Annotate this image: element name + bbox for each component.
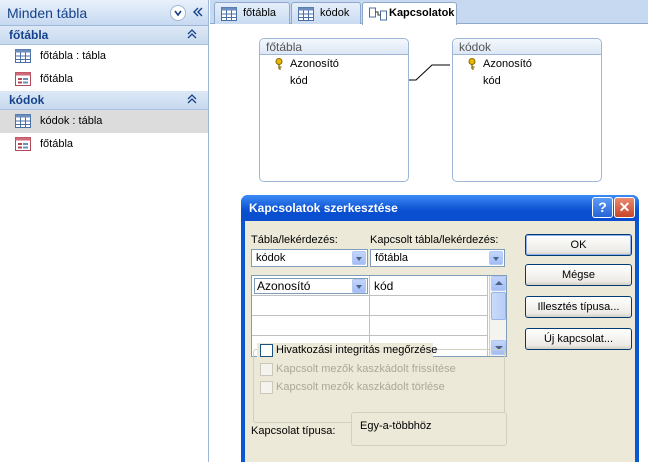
table-box-header[interactable]: kódok — [453, 39, 601, 55]
grid-field-combo[interactable]: Azonosító — [254, 278, 368, 294]
nav-item-fotabla-form[interactable]: főtábla — [0, 68, 208, 91]
cascade-delete-checkbox[interactable] — [260, 381, 273, 394]
dropdown-arrow-icon[interactable] — [352, 279, 366, 293]
nav-group-fotabla[interactable]: főtábla — [0, 26, 208, 45]
nav-group-title: főtábla — [9, 28, 49, 42]
nav-collapse-button[interactable] — [190, 5, 206, 21]
combo-value: kódok — [256, 252, 286, 264]
table-box-fotabla[interactable]: főtábla Azonosító kód — [259, 38, 409, 182]
chevron-up-double-icon[interactable] — [186, 92, 198, 109]
help-button[interactable]: ? — [592, 197, 613, 218]
referential-integrity-checkbox[interactable] — [260, 344, 273, 357]
grid-row[interactable] — [252, 296, 488, 316]
relationship-type-box: Egy-a-többhöz — [351, 412, 507, 446]
table-icon — [15, 49, 31, 63]
relationship-type-label: Kapcsolat típusa: — [251, 425, 336, 437]
edit-relationships-dialog: Kapcsolatok szerkesztése ? ✕ Tábla/lekér… — [241, 195, 639, 462]
chevron-up-double-icon[interactable] — [186, 27, 198, 44]
form-icon — [15, 72, 31, 86]
cascade-update-label: Kapcsolt mezők kaszkádolt frissítése — [276, 363, 456, 375]
chevron-down-icon — [174, 10, 182, 17]
table-query-label: Tábla/lekérdezés: — [251, 234, 338, 246]
related-table-label: Kapcsolt tábla/lekérdezés: — [370, 234, 499, 246]
primary-key-icon — [275, 58, 283, 70]
scroll-thumb[interactable] — [491, 292, 506, 320]
nav-item-label: főtábla — [40, 138, 74, 150]
dialog-title-bar[interactable]: Kapcsolatok szerkesztése ? ✕ — [241, 195, 639, 221]
document-tabs: főtábla kódok Kapcsolatok — [210, 0, 648, 25]
tab-kapcsolatok[interactable]: Kapcsolatok — [362, 2, 457, 25]
table-field[interactable]: kód — [483, 75, 501, 87]
nav-dropdown-button[interactable] — [170, 5, 186, 21]
tab-fotabla[interactable]: főtábla — [214, 2, 290, 24]
combo-value: főtábla — [375, 252, 409, 264]
nav-item-label: kódok : tábla — [40, 115, 103, 127]
grid-left-field: Azonosító — [257, 279, 311, 293]
nav-group-title: kódok — [9, 93, 45, 107]
close-button[interactable]: ✕ — [614, 197, 635, 218]
nav-item-fotabla-table[interactable]: főtábla : tábla — [0, 45, 208, 68]
grid-row[interactable]: Azonosító kód — [252, 276, 488, 296]
dialog-title: Kapcsolatok szerkesztése — [249, 201, 398, 215]
dropdown-arrow-icon[interactable] — [352, 251, 366, 265]
join-type-button[interactable]: Illesztés típusa... — [525, 296, 632, 318]
table-box-header[interactable]: főtábla — [260, 39, 408, 55]
nav-item-label: főtábla : tábla — [40, 50, 107, 62]
dropdown-arrow-icon[interactable] — [489, 251, 503, 265]
navigation-pane: Minden tábla főtábla főtábla : tábla főt… — [0, 0, 209, 462]
cascade-update-checkbox[interactable] — [260, 363, 273, 376]
cancel-button[interactable]: Mégse — [525, 264, 632, 286]
table-icon — [221, 7, 237, 21]
nav-group-kodok[interactable]: kódok — [0, 91, 208, 110]
tab-kodok[interactable]: kódok — [291, 2, 361, 24]
table-icon — [15, 114, 31, 128]
nav-item-kodok-table[interactable]: kódok : tábla — [0, 110, 208, 133]
relationships-icon — [369, 7, 387, 21]
cascade-delete-label: Kapcsolt mezők kaszkádolt törlése — [276, 381, 445, 393]
dialog-body: Tábla/lekérdezés: Kapcsolt tábla/lekérde… — [245, 221, 635, 462]
nav-header: Minden tábla — [0, 0, 208, 26]
table-box-kodok[interactable]: kódok Azonosító kód — [452, 38, 602, 182]
tab-label: kódok — [320, 7, 350, 19]
table-field[interactable]: kód — [290, 75, 308, 87]
table-box-title: főtábla — [266, 40, 303, 54]
nav-item-kodok-form[interactable]: főtábla — [0, 133, 208, 156]
related-table-combo[interactable]: főtábla — [370, 249, 505, 267]
tab-label: főtábla — [243, 7, 277, 19]
relationship-type-value: Egy-a-többhöz — [360, 420, 432, 432]
double-chevron-left-icon — [193, 7, 203, 17]
scroll-up-icon[interactable] — [491, 276, 506, 291]
table-box-title: kódok — [459, 40, 492, 54]
table-icon — [298, 7, 314, 21]
grid-scrollbar[interactable] — [489, 276, 506, 356]
table-query-combo[interactable]: kódok — [251, 249, 368, 267]
table-field[interactable]: Azonosító — [483, 58, 532, 70]
grid-row[interactable] — [252, 316, 488, 336]
form-icon — [15, 137, 31, 151]
nav-item-label: főtábla — [40, 73, 74, 85]
grid-right-field[interactable]: kód — [374, 279, 393, 293]
ok-button[interactable]: OK — [525, 234, 632, 256]
referential-integrity-label: Hivatkozási integritás megőrzése — [276, 344, 438, 356]
new-relationship-button[interactable]: Új kapcsolat... — [525, 328, 632, 350]
primary-key-icon — [468, 58, 476, 70]
table-field[interactable]: Azonosító — [290, 58, 339, 70]
nav-title[interactable]: Minden tábla — [7, 5, 87, 21]
tab-label: Kapcsolatok — [389, 7, 455, 19]
